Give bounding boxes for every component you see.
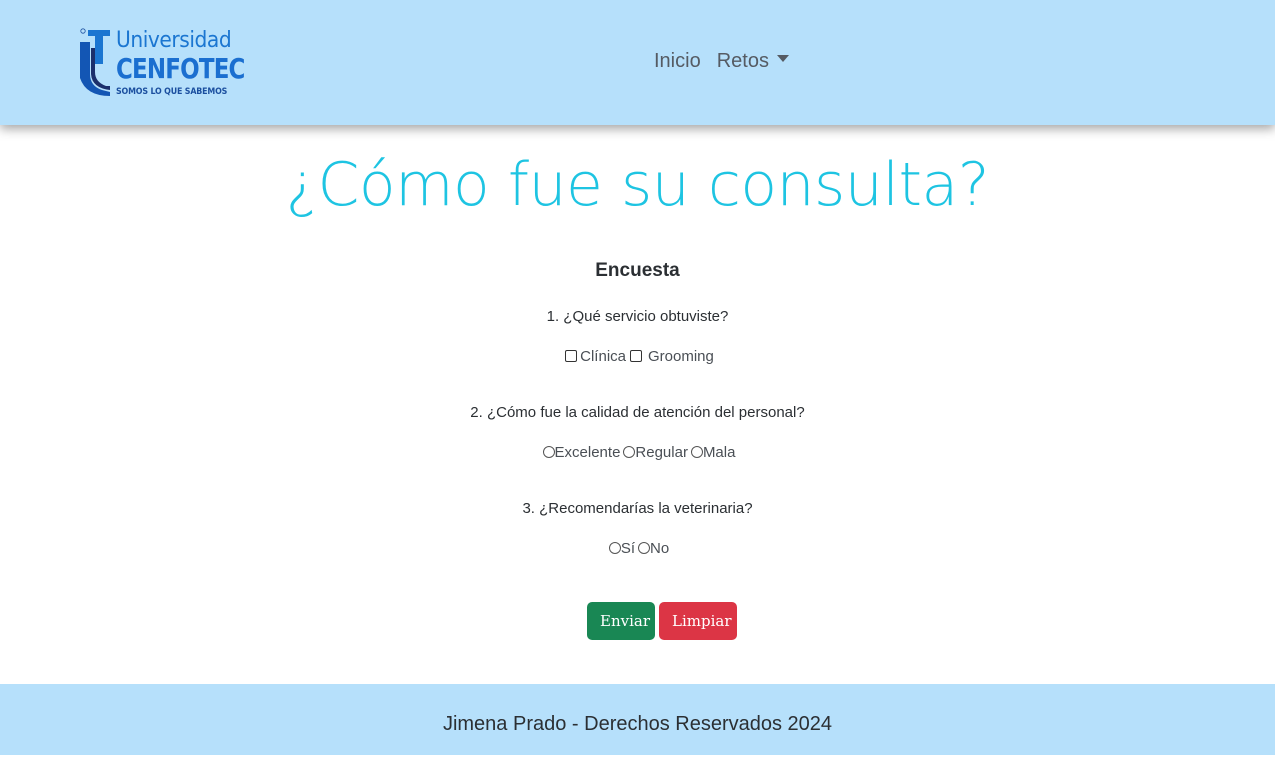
page-title: ¿Cómo fue su consulta? xyxy=(285,150,990,220)
nav-link-inicio[interactable]: Inicio xyxy=(654,50,701,73)
checkbox-label-grooming: Grooming xyxy=(648,348,714,365)
cenfotec-logo-icon xyxy=(80,28,110,96)
radio-option-regular[interactable]: Regular xyxy=(620,444,688,461)
main-nav: Inicio Retos xyxy=(654,50,789,73)
radio-option-si[interactable]: Sí xyxy=(606,540,635,557)
checkbox[interactable] xyxy=(630,349,642,362)
radio-label-no: No xyxy=(650,540,670,557)
radio-label-si: Sí xyxy=(620,540,635,557)
radio-label-regular: Regular xyxy=(635,444,688,461)
checkbox-label-clinica: Clínica xyxy=(580,348,626,365)
form-actions: Enviar Limpiar xyxy=(587,602,737,640)
radio-option-no[interactable]: No xyxy=(635,540,669,557)
nav-dropdown-retos-label: Retos xyxy=(716,50,769,72)
survey-title: Encuesta xyxy=(595,260,680,281)
brand-tagline: SOMOS LO QUE SABEMOS xyxy=(116,87,228,97)
checkbox-option-clinica[interactable]: Clínica xyxy=(561,348,626,365)
nav-dropdown-retos[interactable]: Retos xyxy=(717,50,789,73)
radio-button[interactable] xyxy=(623,445,636,458)
checkbox-option-grooming[interactable]: Grooming xyxy=(626,348,714,365)
submit-button[interactable]: Enviar xyxy=(587,602,655,640)
checkbox[interactable] xyxy=(565,349,578,362)
radio-button[interactable] xyxy=(690,445,703,458)
footer: Jimena Prado - Derechos Reservados 2024 xyxy=(0,684,1275,755)
brand-line-2: CENFOTEC xyxy=(116,52,245,85)
radio-button[interactable] xyxy=(608,541,621,554)
caret-down-icon xyxy=(776,55,789,63)
cenfotec-logo[interactable]: Universidad CENFOTEC SOMOS LO QUE SABEMO… xyxy=(80,28,245,100)
navbar: Universidad CENFOTEC SOMOS LO QUE SABEMO… xyxy=(0,0,1275,125)
radio-label-excelente: Excelente xyxy=(554,444,621,461)
brand-line-1: Universidad xyxy=(116,28,232,53)
question-1: 1. ¿Qué servicio obtuviste? xyxy=(546,308,729,325)
radio-label-mala: Mala xyxy=(702,444,736,461)
clear-button[interactable]: Limpiar xyxy=(659,602,737,640)
question-1-options: Clínica Grooming xyxy=(0,348,1275,365)
radio-button[interactable] xyxy=(638,541,650,554)
radio-button[interactable] xyxy=(542,445,555,458)
radio-option-mala[interactable]: Mala xyxy=(688,444,736,461)
question-2: 2. ¿Cómo fue la calidad de atención del … xyxy=(470,404,805,421)
question-3: 3. ¿Recomendarías la veterinaria? xyxy=(522,500,753,517)
footer-text: Jimena Prado - Derechos Reservados 2024 xyxy=(442,713,833,735)
radio-option-excelente[interactable]: Excelente xyxy=(540,444,621,461)
question-3-options: Sí No xyxy=(0,540,1275,557)
question-2-options: Excelente Regular Mala xyxy=(0,444,1275,461)
